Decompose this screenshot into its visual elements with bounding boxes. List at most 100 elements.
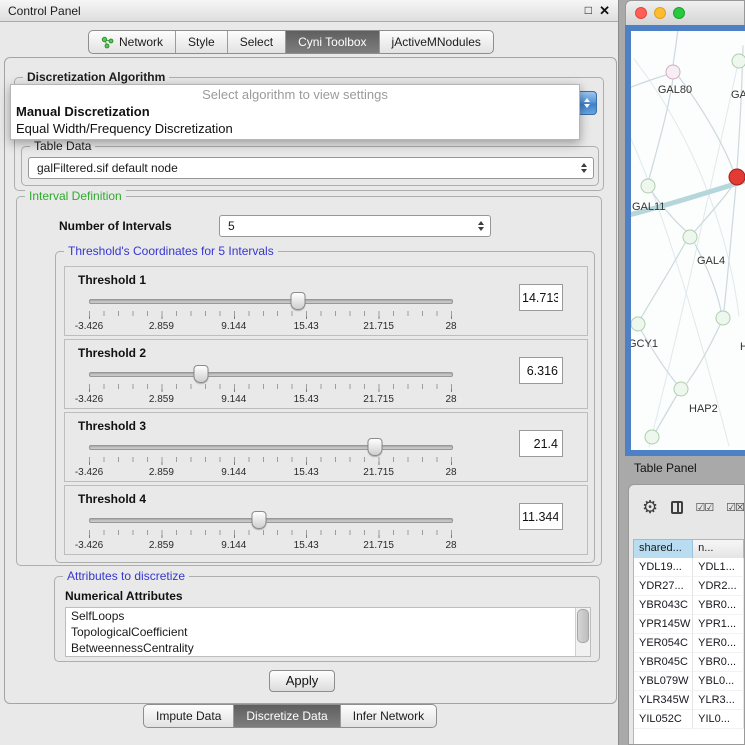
network-node[interactable] <box>716 311 730 325</box>
tab-label: Style <box>188 35 215 49</box>
table-cell[interactable]: YPR1... <box>693 615 744 634</box>
tab-impute-data[interactable]: Impute Data <box>144 705 233 727</box>
network-node-label: GAL80 <box>658 84 692 96</box>
network-node[interactable] <box>641 179 655 193</box>
slider-thumb[interactable] <box>194 365 209 383</box>
network-node[interactable] <box>674 382 688 396</box>
combobox-value: 5 <box>228 219 235 233</box>
popup-option-equal-width-frequency[interactable]: Equal Width/Frequency Discretization <box>11 120 579 137</box>
table-data-group: Table Data galFiltered.sif default node <box>21 146 599 186</box>
threshold-2-value-input[interactable] <box>519 357 563 384</box>
chevron-down-icon <box>584 104 590 108</box>
threshold-1-slider[interactable] <box>89 292 451 308</box>
threshold-3-slider[interactable] <box>89 438 451 454</box>
slider-thumb[interactable] <box>290 292 305 310</box>
vertical-scrollbar[interactable] <box>575 608 590 656</box>
scale-label: 2.859 <box>149 467 174 478</box>
table-data-combobox[interactable]: galFiltered.sif default node <box>28 157 594 179</box>
table-cell[interactable]: YBR0... <box>693 596 744 615</box>
table-row[interactable]: YBL079W YBL0... <box>634 672 744 691</box>
algorithm-dropdown-popup: Select algorithm to view settings Manual… <box>10 84 580 140</box>
list-item[interactable]: TopologicalCoefficient <box>66 624 590 640</box>
table-cell[interactable]: YIL052C <box>634 710 693 729</box>
columns-icon[interactable] <box>671 501 682 514</box>
table-row[interactable]: YBR045C YBR0... <box>634 653 744 672</box>
table-row[interactable]: YBR043C YBR0... <box>634 596 744 615</box>
deselect-columns-icon[interactable]: ☑☒ <box>726 501 744 514</box>
network-node[interactable] <box>732 54 745 68</box>
apply-button[interactable]: Apply <box>269 670 335 692</box>
network-node[interactable] <box>666 65 680 79</box>
table-cell[interactable]: YIL0... <box>693 710 744 729</box>
table-cell[interactable]: YBR0... <box>693 653 744 672</box>
close-traffic-light-icon[interactable] <box>635 7 647 19</box>
control-panel-titlebar: Control Panel □ ✕ <box>0 0 618 22</box>
settings-gear-icon[interactable]: ⚙ <box>642 498 658 516</box>
tab-discretize-data[interactable]: Discretize Data <box>233 705 339 727</box>
tab-select[interactable]: Select <box>227 31 285 53</box>
popup-option-manual-discretization[interactable]: Manual Discretization <box>11 103 579 120</box>
close-icon[interactable]: ✕ <box>599 3 610 19</box>
slider-thumb[interactable] <box>367 438 382 456</box>
table-cell[interactable]: YDR2... <box>693 577 744 596</box>
table-cell[interactable]: YBL0... <box>693 672 744 691</box>
tab-label: Impute Data <box>156 709 221 723</box>
tab-style[interactable]: Style <box>175 31 227 53</box>
table-cell[interactable]: YBL079W <box>634 672 693 691</box>
network-node[interactable] <box>645 430 659 444</box>
select-all-columns-icon[interactable]: ☑☑ <box>696 501 714 514</box>
table-cell[interactable]: YER0... <box>693 634 744 653</box>
table-cell[interactable]: YLR3... <box>693 691 744 710</box>
scale-label: 21.715 <box>363 394 394 405</box>
column-header-name[interactable]: n... <box>693 540 744 558</box>
table-row[interactable]: YER054C YER0... <box>634 634 744 653</box>
slider-track[interactable] <box>89 299 453 304</box>
float-window-icon[interactable]: □ <box>585 3 592 17</box>
column-header-shared-name[interactable]: shared... <box>634 540 693 558</box>
table-cell[interactable]: YPR145W <box>634 615 693 634</box>
tab-network[interactable]: Network <box>89 31 175 53</box>
group-title: Threshold's Coordinates for 5 Intervals <box>64 244 278 258</box>
table-cell[interactable]: YBR043C <box>634 596 693 615</box>
tab-label: jActiveMNodules <box>392 35 481 49</box>
table-cell[interactable]: YDL19... <box>634 558 693 577</box>
control-panel-window: Control Panel □ ✕ Network Style Select C… <box>0 0 619 745</box>
threshold-3-value-input[interactable] <box>519 430 563 457</box>
table-row[interactable]: YIL052C YIL0... <box>634 710 744 729</box>
scrollbar-thumb[interactable] <box>577 609 589 643</box>
slider-thumb[interactable] <box>252 511 267 529</box>
table-cell[interactable]: YER054C <box>634 634 693 653</box>
threshold-2-slider[interactable] <box>89 365 451 381</box>
slider-track[interactable] <box>89 445 453 450</box>
tab-cyni-toolbox[interactable]: Cyni Toolbox <box>285 31 378 53</box>
minimize-traffic-light-icon[interactable] <box>654 7 666 19</box>
tab-jactivemnodules[interactable]: jActiveMNodules <box>379 31 493 53</box>
threshold-label: Threshold 2 <box>78 346 146 360</box>
list-item[interactable]: BetweennessCentrality <box>66 640 590 656</box>
algorithm-combobox-button[interactable] <box>577 91 597 115</box>
table-cell[interactable]: YLR345W <box>634 691 693 710</box>
table-row[interactable]: YPR145W YPR1... <box>634 615 744 634</box>
zoom-traffic-light-icon[interactable] <box>673 7 685 19</box>
tab-infer-network[interactable]: Infer Network <box>340 705 436 727</box>
network-node-selected[interactable] <box>729 169 745 185</box>
table-cell[interactable]: YDL1... <box>693 558 744 577</box>
slider-track[interactable] <box>89 372 453 377</box>
network-node[interactable] <box>683 230 697 244</box>
table-row[interactable]: YLR345W YLR3... <box>634 691 744 710</box>
numerical-attributes-list[interactable]: SelfLoops TopologicalCoefficient Between… <box>65 607 591 657</box>
slider-track[interactable] <box>89 518 453 523</box>
table-row[interactable]: YDR27... YDR2... <box>634 577 744 596</box>
table-cell[interactable]: YBR045C <box>634 653 693 672</box>
number-of-intervals-combobox[interactable]: 5 <box>219 215 491 237</box>
table-cell[interactable]: YDR27... <box>634 577 693 596</box>
threshold-1-value-input[interactable] <box>519 284 563 311</box>
list-item[interactable]: SelfLoops <box>66 608 590 624</box>
table-panel-window: ⚙ ☑☑ ☑☒ shared... n... YDL19... YDL1... … <box>628 484 745 745</box>
network-canvas[interactable]: GAL80 GA GAL11 GAL4 GCY1 H HAP2 <box>631 31 745 450</box>
table-row[interactable]: YDL19... YDL1... <box>634 558 744 577</box>
slider-scale: -3.426 2.859 9.144 15.43 21.715 28 <box>89 540 451 552</box>
threshold-4-value-input[interactable] <box>519 503 563 530</box>
threshold-4-slider[interactable] <box>89 511 451 527</box>
network-node[interactable] <box>631 317 645 331</box>
